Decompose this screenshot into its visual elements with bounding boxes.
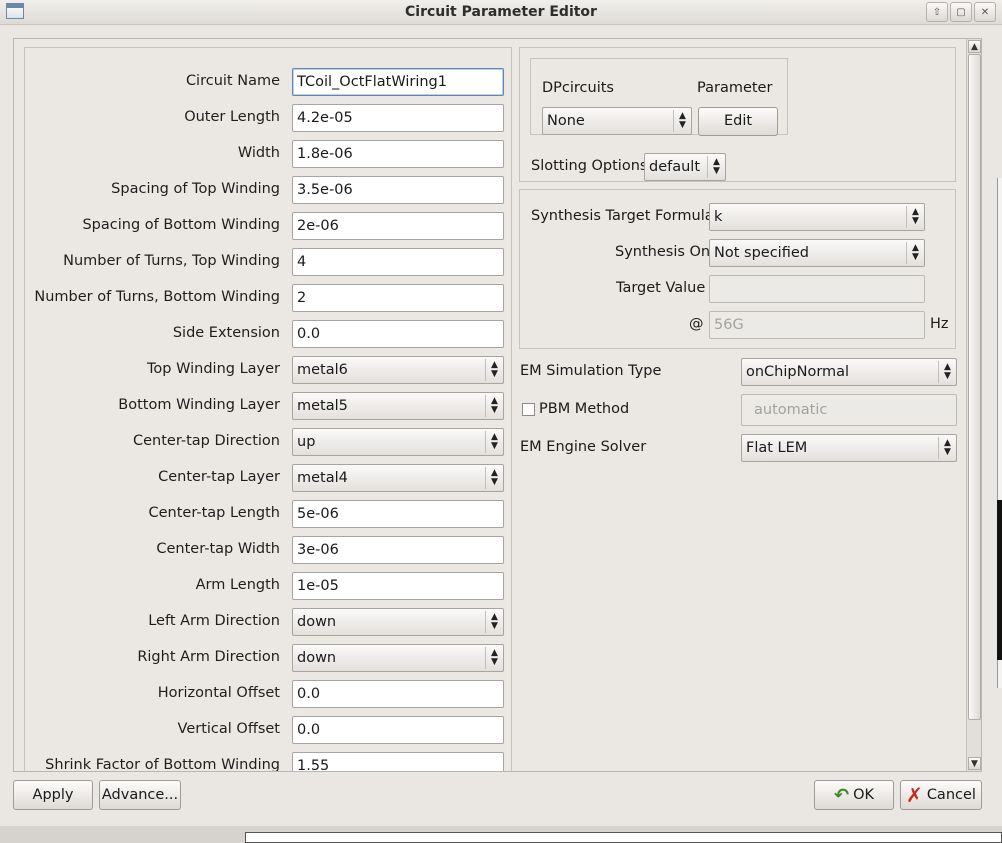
param-select[interactable]: up ▲ ▼ <box>292 428 504 456</box>
em-solver-select[interactable]: Flat LEM ▲ ▼ <box>741 434 957 462</box>
em-solver-label: EM Engine Solver <box>520 439 647 455</box>
param-input[interactable]: TCoil_OctFlatWiring1 <box>292 68 504 96</box>
param-label: Center-tap Length <box>148 505 280 521</box>
param-select[interactable]: metal6 ▲ ▼ <box>292 356 504 384</box>
scrollbar-thumb[interactable] <box>968 54 981 720</box>
updown-arrow-icon: ▲ ▼ <box>485 359 503 381</box>
cancel-x-icon: ✗ <box>906 783 923 807</box>
apply-button[interactable]: Apply <box>13 780 93 810</box>
param-label: Number of Turns, Bottom Winding <box>34 289 280 305</box>
param-label: Circuit Name <box>185 73 280 89</box>
target-value-field[interactable] <box>709 275 925 303</box>
synthesis-on-label: Synthesis On <box>615 244 711 260</box>
pbm-method-select[interactable]: automatic <box>741 394 957 426</box>
title-bar: Circuit Parameter Editor ⇧ ▢ ✕ <box>0 0 1002 25</box>
param-label: Number of Turns, Top Winding <box>63 253 280 269</box>
param-label: Vertical Offset <box>177 721 280 737</box>
updown-arrow-icon: ▲ ▼ <box>485 467 503 489</box>
param-input[interactable]: 3e-06 <box>292 536 504 564</box>
ok-arrow-icon: ↶ <box>833 784 850 806</box>
synthesis-group: Synthesis Target Formula k ▲ ▼ Synthesis … <box>519 189 956 349</box>
param-label: Top Winding Layer <box>147 361 280 377</box>
param-input[interactable]: 4 <box>292 248 504 276</box>
frequency-unit: Hz <box>930 316 949 332</box>
param-label: Spacing of Top Winding <box>111 181 280 197</box>
param-input[interactable]: 2 <box>292 284 504 312</box>
updown-arrow-icon: ▲ ▼ <box>485 431 503 453</box>
maximize-icon[interactable]: ▢ <box>950 2 972 22</box>
param-label: Shrink Factor of Bottom Winding <box>45 757 280 772</box>
param-select[interactable]: metal5 ▲ ▼ <box>292 392 504 420</box>
param-input[interactable]: 0.0 <box>292 320 504 348</box>
param-input[interactable]: 2e-06 <box>292 212 504 240</box>
updown-arrow-icon: ▲ ▼ <box>906 242 924 264</box>
pbm-method-checkbox[interactable] <box>522 403 535 416</box>
param-label: Horizontal Offset <box>157 685 280 701</box>
slotting-options-label: Slotting Options <box>531 158 648 174</box>
ok-button[interactable]: ↶ OK <box>814 780 894 810</box>
em-sim-type-select[interactable]: onChipNormal ▲ ▼ <box>741 358 957 386</box>
background-app-canvas <box>245 832 1002 843</box>
param-input[interactable]: 0.0 <box>292 680 504 708</box>
window-controls: ⇧ ▢ ✕ <box>926 2 996 22</box>
vertical-scrollbar[interactable]: ▲ ▼ <box>966 39 981 771</box>
param-input[interactable]: 4.2e-05 <box>292 104 504 132</box>
param-input[interactable]: 5e-06 <box>292 500 504 528</box>
updown-arrow-icon: ▲ ▼ <box>707 156 725 178</box>
param-label: Left Arm Direction <box>148 613 280 629</box>
synthesis-on-select[interactable]: Not specified ▲ ▼ <box>709 239 925 267</box>
frequency-field[interactable]: 56G <box>709 311 925 339</box>
target-value-label: Target Value <box>616 280 706 296</box>
synthesis-formula-select[interactable]: k ▲ ▼ <box>709 203 925 231</box>
updown-arrow-icon: ▲ ▼ <box>673 110 691 132</box>
updown-arrow-icon: ▲ ▼ <box>938 437 956 459</box>
param-label: Right Arm Direction <box>137 649 280 665</box>
em-sim-type-label: EM Simulation Type <box>520 363 662 379</box>
param-label: Center-tap Width <box>156 541 280 557</box>
dpcircuits-select[interactable]: None ▲ ▼ <box>542 107 692 135</box>
param-label: Center-tap Layer <box>158 469 280 485</box>
parameter-edit-button[interactable]: Edit <box>698 107 778 136</box>
pbm-method-label: PBM Method <box>539 401 630 417</box>
background-window-dark-edge <box>997 500 1002 660</box>
param-label: Side Extension <box>172 325 280 341</box>
param-label: Bottom Winding Layer <box>118 397 280 413</box>
slotting-options-select[interactable]: default ▲ ▼ <box>644 153 726 181</box>
dp-options-group: DPcircuits Parameter None ▲ ▼ Edit Slotti… <box>519 47 956 182</box>
param-select[interactable]: down ▲ ▼ <box>292 608 504 636</box>
updown-arrow-icon: ▲ ▼ <box>485 611 503 633</box>
scroll-down-icon[interactable]: ▼ <box>968 757 981 770</box>
updown-arrow-icon: ▲ ▼ <box>485 647 503 669</box>
param-label: Width <box>237 145 280 161</box>
param-label: Center-tap Direction <box>133 433 280 449</box>
updown-arrow-icon: ▲ ▼ <box>938 361 956 383</box>
param-label: Outer Length <box>184 109 280 125</box>
param-label: Spacing of Bottom Winding <box>82 217 280 233</box>
cancel-button[interactable]: ✗ Cancel <box>900 780 982 810</box>
geometry-parameters-group: Circuit Name TCoil_OctFlatWiring1 Outer Le… <box>24 47 512 772</box>
param-input[interactable]: 1e-05 <box>292 572 504 600</box>
param-select[interactable]: down ▲ ▼ <box>292 644 504 672</box>
param-input[interactable]: 3.5e-06 <box>292 176 504 204</box>
synthesis-formula-label: Synthesis Target Formula <box>531 208 714 224</box>
updown-arrow-icon: ▲ ▼ <box>906 206 924 228</box>
param-label: Arm Length <box>195 577 280 593</box>
dp-circuits-box: DPcircuits Parameter None ▲ ▼ Edit <box>530 58 788 136</box>
updown-arrow-icon: ▲ ▼ <box>485 395 503 417</box>
at-label: @ <box>689 316 704 332</box>
window-title: Circuit Parameter Editor <box>405 4 597 20</box>
advance-button[interactable]: Advance... <box>99 780 181 810</box>
shade-icon[interactable]: ⇧ <box>926 2 948 22</box>
close-icon[interactable]: ✕ <box>974 2 996 22</box>
param-input[interactable]: 1.8e-06 <box>292 140 504 168</box>
param-input[interactable]: 1.55 <box>292 752 504 771</box>
param-select[interactable]: metal4 ▲ ▼ <box>292 464 504 492</box>
dpcircuits-label: DPcircuits <box>542 80 614 96</box>
parameter-label: Parameter <box>697 80 773 96</box>
parameter-scroll-area: Circuit Name TCoil_OctFlatWiring1 Outer Le… <box>13 38 982 772</box>
scroll-up-icon[interactable]: ▲ <box>968 40 981 53</box>
param-input[interactable]: 0.0 <box>292 716 504 744</box>
